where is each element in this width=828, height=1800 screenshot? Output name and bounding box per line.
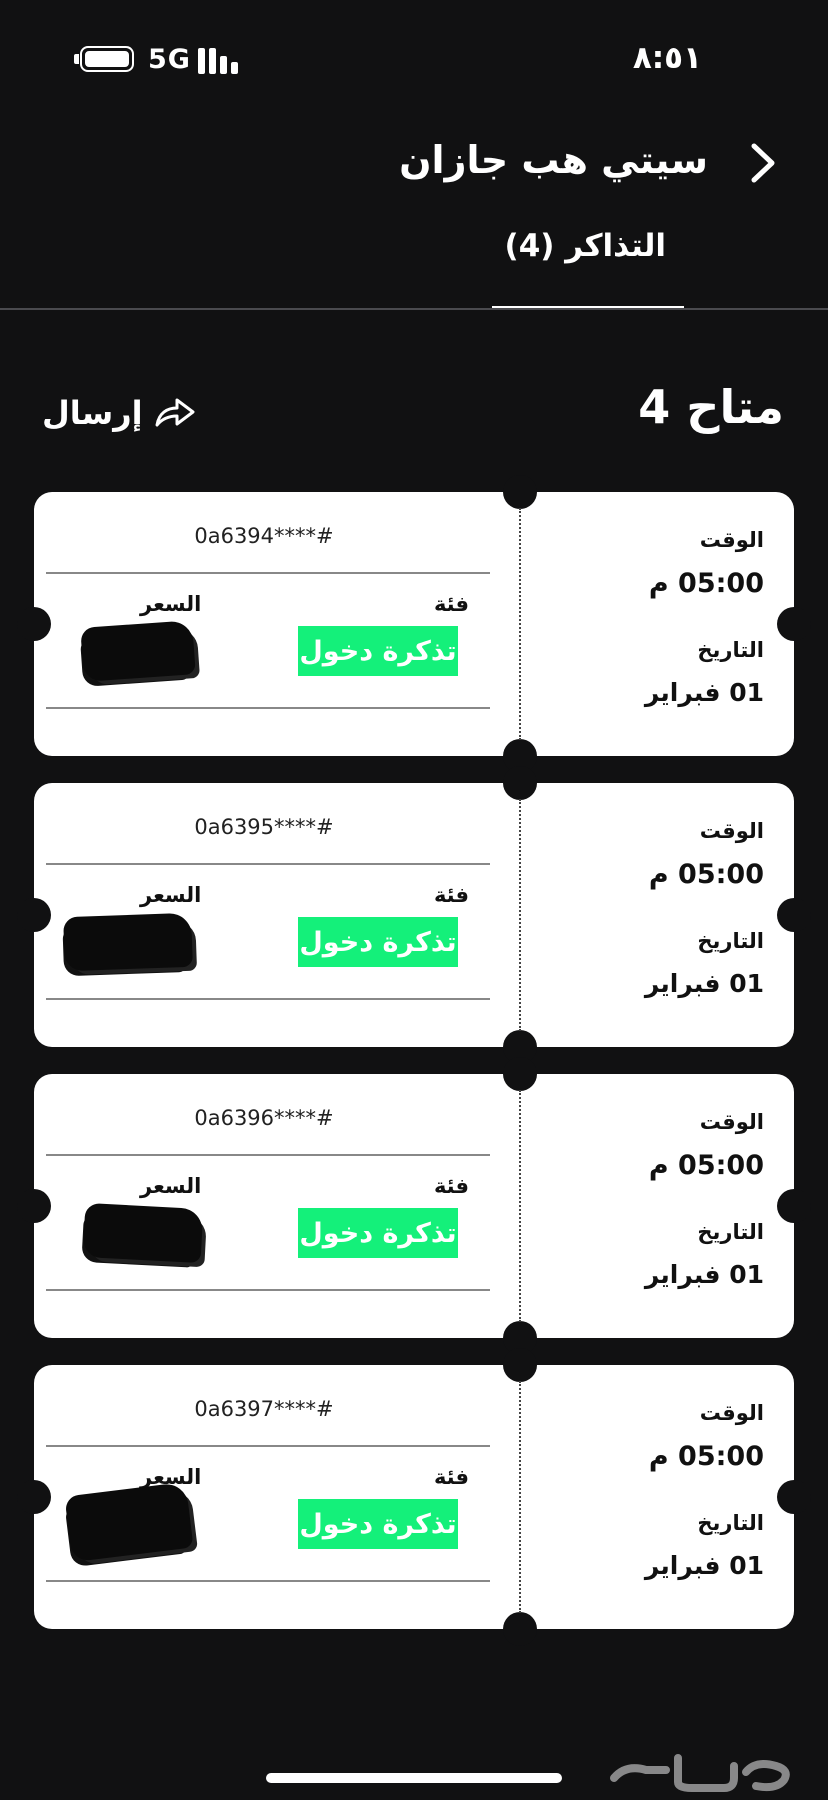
ticket-list: الوقت 05:00 م التاريخ 01 فبراير 0a6394**…	[17, 475, 811, 1656]
home-indicator[interactable]	[266, 1773, 562, 1783]
category-badge: تذكرة دخول	[298, 626, 458, 676]
time-label: الوقت	[699, 819, 764, 843]
category-label: فئة	[433, 883, 469, 907]
date-value: 01 فبراير	[644, 1260, 764, 1289]
perforation-line	[519, 1381, 521, 1613]
send-button[interactable]: إرسال	[42, 388, 197, 438]
signal-icon	[198, 46, 242, 74]
ticket-card[interactable]: الوقت 05:00 م التاريخ 01 فبراير 0a6394**…	[17, 475, 811, 773]
divider	[46, 998, 490, 1000]
venue-title: سيتي هب جازان	[399, 138, 708, 182]
price-label: السعر	[140, 1174, 202, 1198]
price-redaction	[63, 912, 193, 972]
divider	[46, 707, 490, 709]
divider	[46, 1580, 490, 1582]
page-header: سيتي هب جازان التذاكر (4)	[0, 110, 828, 310]
date-label: التاريخ	[697, 1511, 764, 1535]
ticket-code: 0a6394****#	[194, 524, 334, 548]
tab-tickets[interactable]: التذاكر (4)	[505, 228, 666, 264]
perforation-line	[519, 508, 521, 740]
time-value: 05:00 م	[648, 1150, 764, 1181]
battery-icon	[80, 46, 134, 72]
time-label: الوقت	[699, 1401, 764, 1425]
back-chevron-icon[interactable]	[742, 138, 782, 188]
price-label: السعر	[140, 592, 202, 616]
time-value: 05:00 م	[648, 859, 764, 890]
divider	[46, 1289, 490, 1291]
ticket-card[interactable]: الوقت 05:00 م التاريخ 01 فبراير 0a6396**…	[17, 1057, 811, 1355]
category-label: فئة	[433, 1174, 469, 1198]
category-label: فئة	[433, 1465, 469, 1489]
status-time: ٨:٥١	[632, 40, 702, 76]
time-label: الوقت	[699, 528, 764, 552]
date-value: 01 فبراير	[644, 1551, 764, 1580]
network-type: 5G	[148, 44, 191, 75]
category-label: فئة	[433, 592, 469, 616]
date-label: التاريخ	[697, 638, 764, 662]
price-redaction	[80, 620, 196, 682]
perforation-line	[519, 799, 521, 1031]
date-value: 01 فبراير	[644, 678, 764, 707]
ticket-card[interactable]: الوقت 05:00 م التاريخ 01 فبراير 0a6395**…	[17, 766, 811, 1064]
ticket-code: 0a6395****#	[194, 815, 334, 839]
battery-cap	[74, 54, 79, 64]
category-badge: تذكرة دخول	[298, 917, 458, 967]
watermark-logo	[610, 1754, 790, 1792]
ticket-card[interactable]: الوقت 05:00 م التاريخ 01 فبراير 0a6397**…	[17, 1348, 811, 1646]
ticket-code: 0a6396****#	[194, 1106, 334, 1130]
date-value: 01 فبراير	[644, 969, 764, 998]
time-value: 05:00 م	[648, 1441, 764, 1472]
divider	[46, 1154, 490, 1156]
date-label: التاريخ	[697, 1220, 764, 1244]
share-icon	[155, 398, 195, 427]
category-badge: تذكرة دخول	[298, 1208, 458, 1258]
divider	[46, 1445, 490, 1447]
header-divider	[0, 308, 828, 310]
date-label: التاريخ	[697, 929, 764, 953]
price-redaction	[64, 1481, 194, 1563]
send-label: إرسال	[42, 394, 143, 432]
time-value: 05:00 م	[648, 568, 764, 599]
divider	[46, 572, 490, 574]
price-redaction	[82, 1202, 204, 1264]
category-badge: تذكرة دخول	[298, 1499, 458, 1549]
divider	[46, 863, 490, 865]
status-bar: 5G ٨:٥١	[0, 0, 828, 110]
time-label: الوقت	[699, 1110, 764, 1134]
ticket-code: 0a6397****#	[194, 1397, 334, 1421]
availability-title: متاح 4	[638, 380, 784, 434]
perforation-line	[519, 1090, 521, 1322]
price-label: السعر	[140, 883, 202, 907]
